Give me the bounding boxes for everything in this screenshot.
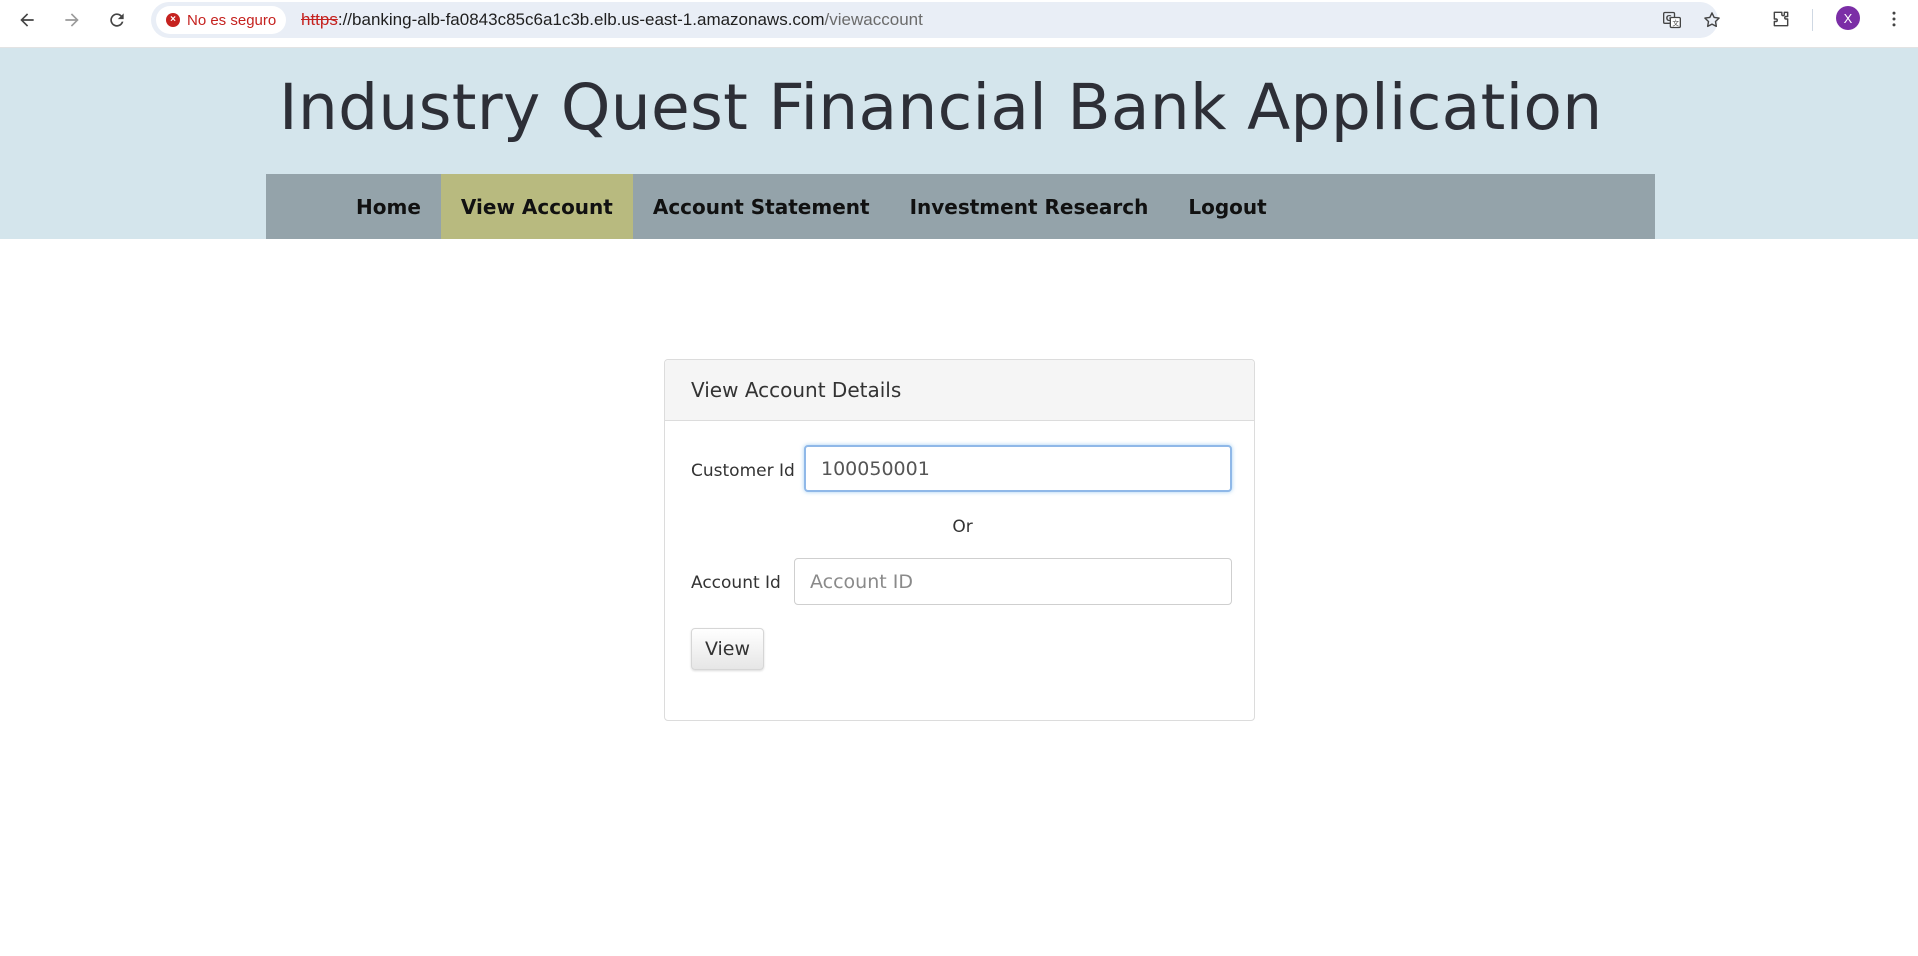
profile-avatar[interactable]: X (1836, 6, 1860, 30)
toolbar-separator (1812, 9, 1813, 31)
bookmark-star-icon (1704, 12, 1720, 28)
account-id-label: Account Id (691, 573, 781, 593)
kebab-menu-icon (1892, 11, 1896, 27)
url-text[interactable]: https://banking-alb-fa0843c85c6a1c3b.elb… (301, 10, 923, 30)
translate-button[interactable]: G 文 (1660, 8, 1684, 32)
view-button[interactable]: View (691, 628, 764, 670)
customer-id-label: Customer Id (691, 461, 795, 481)
account-id-input[interactable] (794, 558, 1232, 605)
nav-home[interactable]: Home (336, 174, 441, 239)
svg-text:文: 文 (1672, 18, 1679, 27)
url-host: ://banking-alb-fa0843c85c6a1c3b.elb.us-e… (337, 10, 825, 29)
browser-menu-button[interactable] (1882, 7, 1906, 31)
site-title: Industry Quest Financial Bank Applicatio… (279, 71, 1603, 144)
nav-logout[interactable]: Logout (1168, 174, 1286, 239)
url-path: /viewaccount (824, 10, 923, 29)
extensions-button[interactable] (1769, 7, 1793, 31)
site-header: Industry Quest Financial Bank Applicatio… (0, 48, 1918, 239)
or-separator: Or (952, 517, 973, 537)
security-label: No es seguro (187, 11, 277, 29)
reload-button[interactable] (101, 4, 133, 36)
url-scheme: https (301, 10, 338, 29)
view-account-panel: View Account Details Customer Id Or Acco… (664, 359, 1255, 721)
forward-button[interactable] (56, 4, 88, 36)
browser-toolbar: × No es seguro https://banking-alb-fa084… (0, 0, 1918, 48)
back-button[interactable] (11, 4, 43, 36)
extensions-icon (1773, 11, 1789, 27)
panel-heading: View Account Details (665, 360, 1254, 421)
security-chip[interactable]: × No es seguro (156, 6, 287, 34)
main-navbar: Home View Account Account Statement Inve… (266, 174, 1655, 239)
nav-investment-research[interactable]: Investment Research (890, 174, 1169, 239)
customer-id-input[interactable] (804, 445, 1232, 492)
reload-icon (110, 13, 124, 27)
translate-icon: G 文 (1663, 11, 1681, 29)
forward-icon (65, 13, 79, 27)
nav-account-statement[interactable]: Account Statement (633, 174, 890, 239)
nav-view-account[interactable]: View Account (440, 174, 633, 239)
not-secure-icon: × (166, 13, 180, 27)
bookmark-button[interactable] (1700, 8, 1724, 32)
back-icon (20, 13, 34, 27)
address-bar[interactable]: × No es seguro https://banking-alb-fa084… (151, 2, 1720, 38)
